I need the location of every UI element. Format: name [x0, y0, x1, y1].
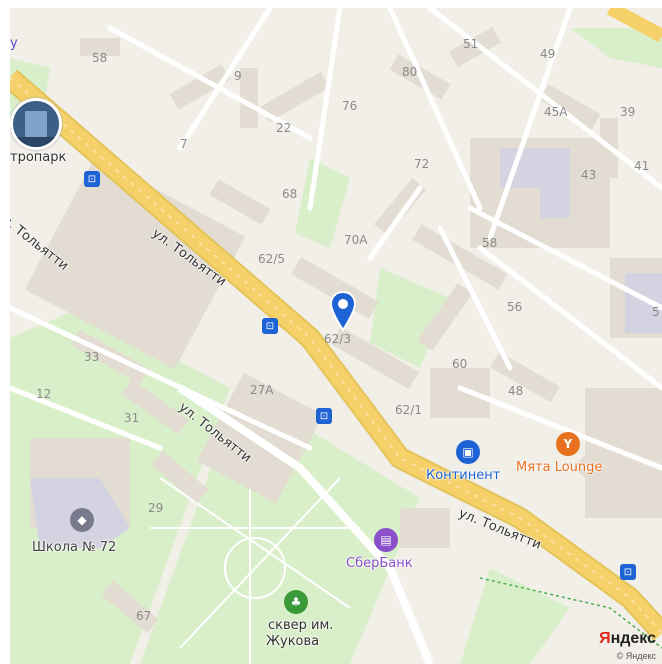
metropark-label[interactable]: тропарк	[10, 150, 66, 165]
tree-icon[interactable]: ♣	[284, 590, 308, 614]
house-number: 72	[414, 157, 430, 171]
house-number: 70А	[344, 233, 368, 247]
house-number: 67	[136, 609, 152, 623]
house-number: 56	[507, 300, 523, 314]
house-number: 12	[36, 387, 52, 401]
school-icon[interactable]: ◆	[70, 508, 94, 532]
bank-icon[interactable]: ▤	[374, 528, 398, 552]
map-viewport[interactable]: у ул. Тольятти ул. Тольятти ул. Тольятти…	[10, 8, 662, 664]
house-number: 80	[402, 65, 418, 79]
house-number: 33	[84, 350, 100, 364]
house-number: 9	[234, 69, 242, 83]
bus-stop-icon[interactable]: ⊡	[84, 171, 100, 187]
poi-label-school-72[interactable]: Школа № 72	[32, 540, 116, 555]
poi-label-myata-lounge[interactable]: Мята Lounge	[516, 460, 602, 475]
house-number: 45А	[544, 105, 568, 119]
house-number: 51	[463, 37, 479, 51]
yandex-logo[interactable]: Яндекс	[599, 630, 656, 648]
copyright[interactable]: © Яндекс	[617, 651, 656, 661]
poi-label-sberbank[interactable]: СберБанк	[346, 556, 413, 571]
bus-stop-icon[interactable]: ⊡	[316, 408, 332, 424]
shopping-bag-icon[interactable]: ▣	[456, 440, 480, 464]
poi-label-park-line1[interactable]: сквер им.	[268, 618, 333, 633]
house-number: 48	[508, 384, 524, 398]
house-number: 49	[540, 47, 556, 61]
house-number: 43	[581, 168, 597, 182]
bus-stop-icon[interactable]: ⊡	[620, 564, 636, 580]
house-number: 5	[652, 305, 660, 319]
house-number: 62/5	[258, 252, 285, 266]
house-number: 29	[148, 501, 164, 515]
house-number: 7	[180, 137, 188, 151]
house-number: 58	[482, 236, 498, 250]
location-pin-icon[interactable]	[328, 290, 358, 332]
glass-icon[interactable]: Y	[556, 432, 580, 456]
house-number: 60	[452, 357, 468, 371]
house-number: 39	[620, 105, 636, 119]
house-number: 31	[124, 411, 140, 425]
house-number: 68	[282, 187, 298, 201]
house-number: 27А	[250, 383, 274, 397]
house-number: 22	[276, 121, 292, 135]
house-number: 41	[634, 159, 650, 173]
house-number: 62/1	[395, 403, 422, 417]
house-number: 76	[342, 99, 358, 113]
house-number: 58	[92, 51, 108, 65]
partial-label: у	[10, 36, 18, 51]
poi-label-kontinent[interactable]: Континент	[426, 468, 500, 483]
poi-label-park-line2[interactable]: Жукова	[266, 634, 319, 649]
metropark-icon[interactable]	[10, 98, 62, 150]
bus-stop-icon[interactable]: ⊡	[262, 318, 278, 334]
house-number: 62/3	[324, 332, 351, 346]
